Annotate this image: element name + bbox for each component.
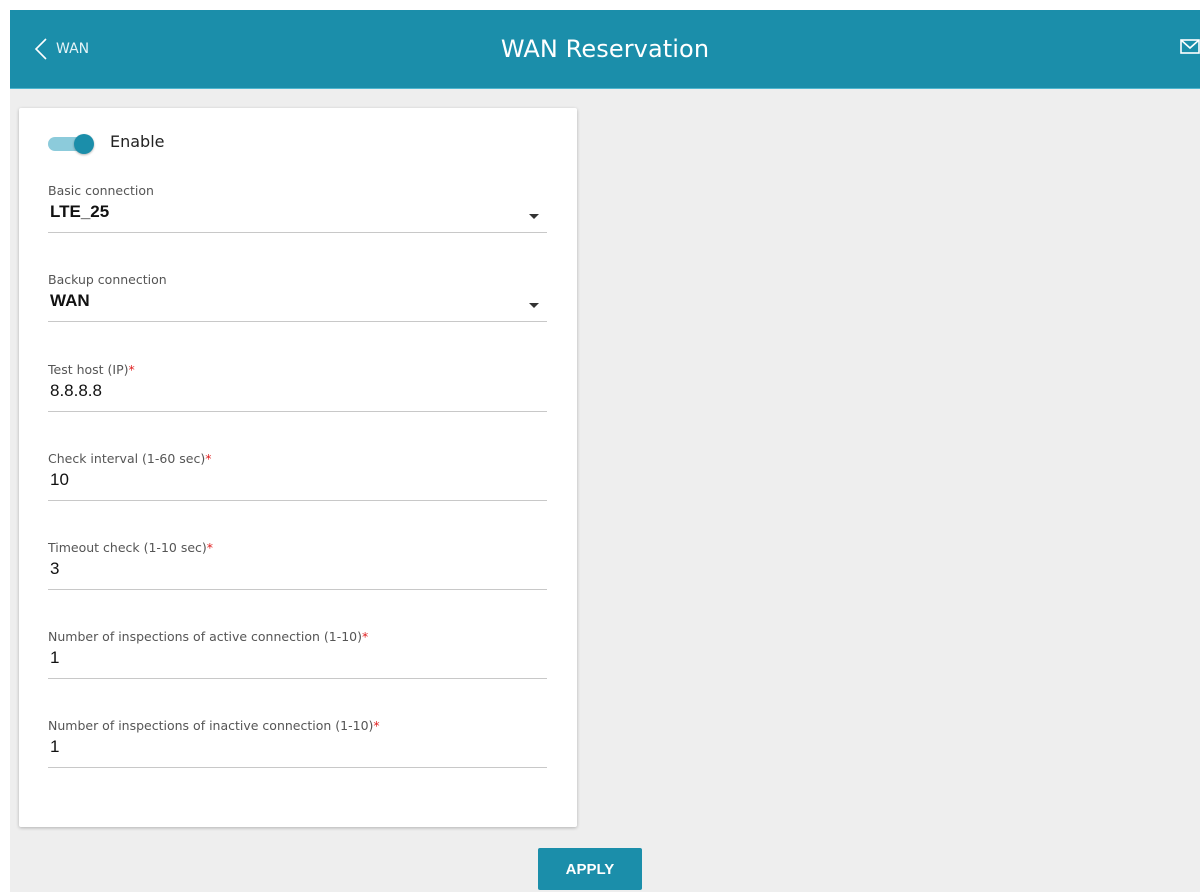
enable-toggle[interactable] bbox=[48, 134, 94, 154]
inspections-active-input[interactable] bbox=[50, 648, 520, 668]
basic-connection-select[interactable]: LTE_25 bbox=[48, 200, 547, 233]
timeout-check-input[interactable] bbox=[50, 559, 520, 579]
required-mark: * bbox=[205, 451, 212, 466]
basic-connection-label: Basic connection bbox=[48, 183, 154, 198]
inspections-inactive-label: Number of inspections of inactive connec… bbox=[48, 718, 380, 733]
backup-connection-select[interactable]: WAN bbox=[48, 289, 547, 322]
test-host-input-wrap bbox=[48, 379, 547, 412]
inspections-inactive-input-wrap bbox=[48, 735, 547, 768]
test-host-input[interactable] bbox=[50, 381, 520, 401]
toggle-knob bbox=[74, 134, 94, 154]
check-interval-input-wrap bbox=[48, 468, 547, 501]
timeout-check-input-wrap bbox=[48, 557, 547, 590]
inspections-active-field: Number of inspections of active connecti… bbox=[48, 628, 547, 679]
chevron-left-icon bbox=[34, 37, 48, 61]
inspections-inactive-field: Number of inspections of inactive connec… bbox=[48, 717, 547, 768]
inspections-active-input-wrap bbox=[48, 646, 547, 679]
backup-connection-label: Backup connection bbox=[48, 272, 167, 287]
backup-connection-value: WAN bbox=[50, 291, 90, 310]
timeout-check-label: Timeout check (1-10 sec)* bbox=[48, 540, 214, 555]
test-host-field: Test host (IP)* bbox=[48, 361, 547, 412]
check-interval-field: Check interval (1-60 sec)* bbox=[48, 450, 547, 501]
page-title: WAN Reservation bbox=[500, 35, 710, 63]
enable-label: Enable bbox=[110, 132, 165, 151]
required-mark: * bbox=[128, 362, 135, 377]
app-window: WAN WAN Reservation Enable Basic connect… bbox=[10, 10, 1200, 892]
check-interval-label: Check interval (1-60 sec)* bbox=[48, 451, 212, 466]
required-mark: * bbox=[362, 629, 369, 644]
timeout-check-field: Timeout check (1-10 sec)* bbox=[48, 539, 547, 590]
back-link[interactable]: WAN bbox=[34, 10, 89, 88]
back-link-label: WAN bbox=[56, 41, 90, 57]
header-bar: WAN WAN Reservation bbox=[10, 10, 1200, 89]
check-interval-input[interactable] bbox=[50, 470, 520, 490]
apply-button[interactable]: APPLY bbox=[538, 848, 642, 890]
caret-down-icon bbox=[529, 214, 539, 219]
required-mark: * bbox=[373, 718, 380, 733]
caret-down-icon bbox=[529, 303, 539, 308]
inspections-inactive-input[interactable] bbox=[50, 737, 520, 757]
basic-connection-field: Basic connection LTE_25 bbox=[48, 182, 547, 233]
inspections-active-label: Number of inspections of active connecti… bbox=[48, 629, 369, 644]
required-mark: * bbox=[206, 540, 214, 555]
test-host-label: Test host (IP)* bbox=[48, 362, 135, 377]
settings-card: Enable Basic connection LTE_25 Backup co… bbox=[19, 108, 577, 827]
basic-connection-value: LTE_25 bbox=[50, 202, 110, 221]
envelope-icon[interactable] bbox=[1180, 38, 1200, 60]
backup-connection-field: Backup connection WAN bbox=[48, 271, 547, 322]
